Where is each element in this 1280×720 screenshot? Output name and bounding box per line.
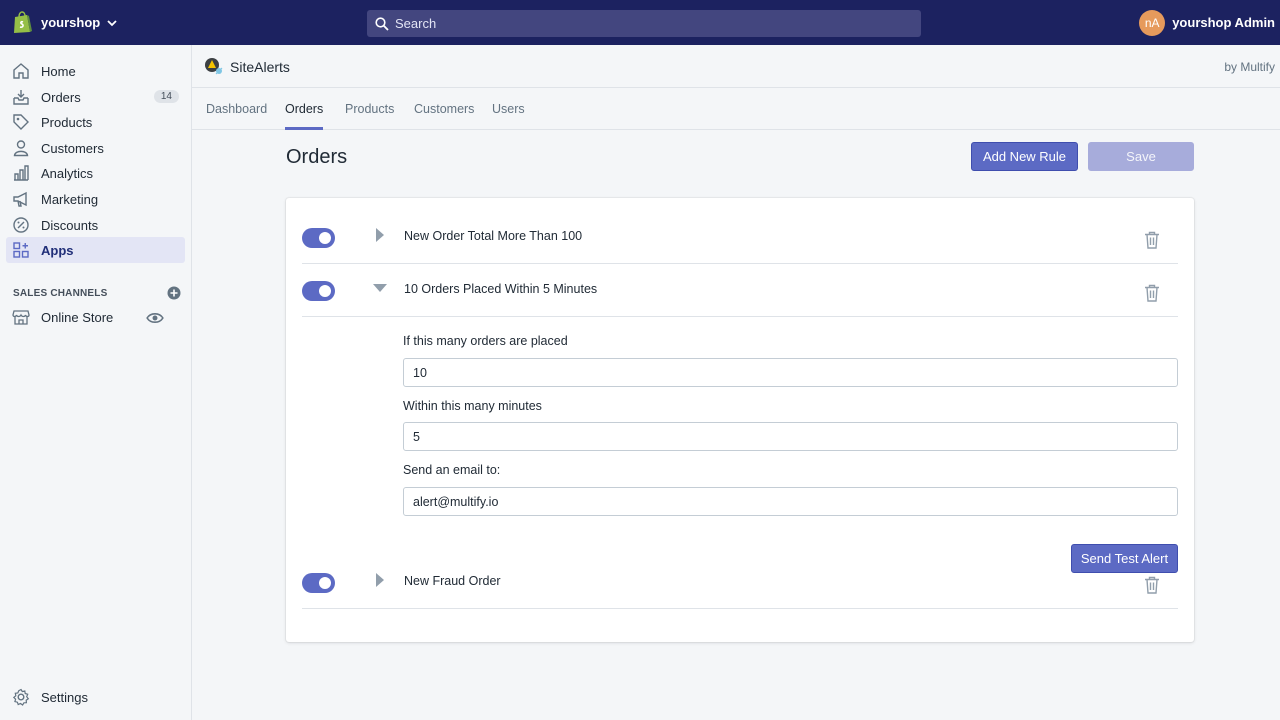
rule-title[interactable]: New Order Total More Than 100 [404,229,582,243]
email-label: Send an email to: [403,463,501,477]
tab-customers[interactable]: Customers [414,102,474,130]
rule-enabled-toggle[interactable] [302,573,335,593]
person-icon [13,140,29,157]
megaphone-icon [13,191,27,207]
sidebar-item-label: Settings [41,689,88,705]
tab-users[interactable]: Users [492,102,525,130]
app-name: SiteAlerts [230,59,290,75]
chevron-down-icon [107,19,117,26]
sidebar-item-label: Orders [41,89,81,105]
orders-icon [13,90,29,105]
sidebar-item-label: Discounts [41,217,99,233]
rule-title[interactable]: New Fraud Order [404,574,501,588]
trash-icon[interactable] [1144,231,1160,249]
orders-count-label: If this many orders are placed [403,334,568,348]
app-tabs: Dashboard Orders Products Customers User… [192,88,1280,130]
sidebar-item-label: Products [41,114,93,130]
sales-channels-header: SALES CHANNELS [13,286,185,300]
sidebar-item-apps[interactable]: Apps [6,237,185,263]
orders-count-badge: 14 [153,90,179,103]
sidebar-item-label: Customers [41,140,104,156]
caret-right-icon[interactable] [375,228,385,242]
avatar: nA [1139,9,1166,36]
minutes-label: Within this many minutes [403,399,542,413]
sales-channels-label: SALES CHANNELS [13,287,108,299]
sidebar-item-label: Marketing [41,191,99,207]
top-bar: yourshop nA yourshop Admin [0,0,1280,45]
store-switcher[interactable]: yourshop [12,0,118,45]
rule-row: 10 Orders Placed Within 5 Minutes [302,264,1178,317]
shopify-bag-icon [14,11,32,33]
gear-icon [12,688,30,706]
user-menu[interactable]: nA yourshop Admin [1139,0,1275,45]
user-name: yourshop Admin [1172,15,1275,30]
search-input[interactable] [395,16,895,31]
store-name: yourshop [41,15,101,30]
sidebar-item-settings[interactable]: Settings [6,684,185,710]
tab-orders[interactable]: Orders [285,102,324,130]
sidebar-item-label: Online Store [41,309,114,325]
minutes-input[interactable] [403,422,1178,451]
sidebar-item-online-store[interactable]: Online Store [6,304,185,330]
apps-icon [13,242,29,258]
discount-icon [13,217,29,233]
email-field[interactable] [403,487,1178,516]
search-icon [375,16,389,31]
trash-icon[interactable] [1144,576,1160,594]
rules-card: New Order Total More Than 100 10 Orders … [286,198,1194,642]
sidebar: Home Orders 14 Products Customers Analyt… [0,45,192,720]
sidebar-item-discounts[interactable]: Discounts [6,212,185,238]
sidebar-item-label: Home [41,63,76,79]
sitealerts-logo-icon [205,58,223,75]
rule-row: New Order Total More Than 100 [302,211,1178,264]
sidebar-item-customers[interactable]: Customers [6,135,185,161]
sidebar-item-orders[interactable]: Orders 14 [6,84,185,110]
rule-enabled-toggle[interactable] [302,228,335,248]
rule-row: New Fraud Order [302,556,1178,609]
rule-title[interactable]: 10 Orders Placed Within 5 Minutes [404,282,597,296]
tag-icon [13,114,29,130]
sidebar-item-label: Apps [41,242,74,258]
add-new-rule-button[interactable]: Add New Rule [971,142,1078,171]
search-bar[interactable] [367,10,921,37]
sidebar-item-analytics[interactable]: Analytics [6,160,185,186]
caret-down-icon[interactable] [373,283,387,293]
store-icon [12,310,30,325]
send-test-alert-button[interactable]: Send Test Alert [1071,544,1178,573]
tab-products[interactable]: Products [345,102,394,130]
trash-icon[interactable] [1144,284,1160,302]
eye-icon[interactable] [146,309,164,327]
sidebar-item-products[interactable]: Products [6,109,185,135]
app-header: SiteAlerts by Multify [192,45,1280,88]
app-developer: by Multify [1224,60,1275,74]
caret-right-icon[interactable] [375,573,385,587]
rule-enabled-toggle[interactable] [302,281,335,301]
page-title: Orders [286,146,348,168]
sidebar-item-home[interactable]: Home [6,58,185,84]
save-button[interactable]: Save [1088,142,1194,171]
home-icon [13,63,29,79]
bar-chart-icon [14,165,29,181]
sidebar-item-label: Analytics [41,165,94,181]
sidebar-item-marketing[interactable]: Marketing [6,186,185,212]
add-circle-icon[interactable] [167,286,181,300]
orders-count-input[interactable] [403,358,1178,387]
tab-dashboard[interactable]: Dashboard [206,102,267,130]
